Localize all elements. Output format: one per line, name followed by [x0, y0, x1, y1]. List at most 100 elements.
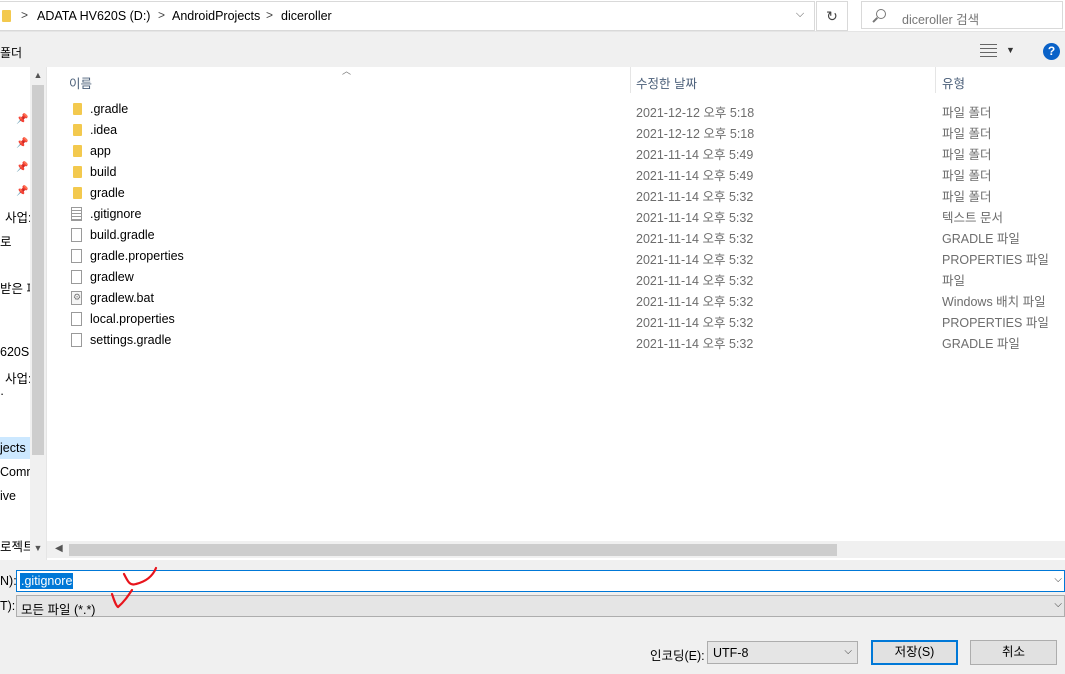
navigation-pane: 📌 📌 📌 📌 사업: 로 받은 파 620S ( 사업: · jects Co…: [0, 67, 46, 560]
nav-item[interactable]: 사업:: [5, 207, 31, 226]
address-row: > ADATA HV620S (D:) > AndroidProjects > …: [0, 0, 1065, 32]
encoding-select[interactable]: UTF-8 ⌵: [707, 641, 858, 664]
text-file-icon: [71, 207, 82, 221]
file-row[interactable]: gradle.properties 2021-11-14 오후 5:32 PROPE…: [47, 246, 1065, 267]
breadcrumb-diceroller[interactable]: diceroller: [281, 9, 332, 23]
file-name[interactable]: settings.gradle: [90, 333, 171, 347]
filetype-label: T):: [0, 599, 16, 613]
filetype-select[interactable]: 모든 파일 (*.*) ⌵: [16, 595, 1065, 617]
file-type: 파일 폴더: [942, 190, 992, 204]
file-name[interactable]: gradle: [90, 186, 125, 200]
file-name[interactable]: gradlew: [90, 270, 134, 284]
file-name[interactable]: .gradle: [90, 102, 128, 116]
file-row[interactable]: settings.gradle 2021-11-14 오후 5:32 GRADLE …: [47, 330, 1065, 351]
file-type: 파일 폴더: [942, 106, 992, 120]
column-name[interactable]: 이름: [69, 73, 92, 92]
nav-item[interactable]: ·: [0, 387, 4, 401]
file-date: 2021-11-14 오후 5:32: [636, 253, 754, 267]
file-row[interactable]: build 2021-11-14 오후 5:49 파일 폴더: [47, 162, 1065, 183]
filename-value[interactable]: .gitignore: [20, 573, 74, 589]
breadcrumb-androidprojects[interactable]: AndroidProjects: [172, 9, 260, 23]
file-date: 2021-11-14 오후 5:32: [636, 337, 754, 351]
scroll-thumb[interactable]: [69, 544, 837, 556]
breadcrumb-drive[interactable]: ADATA HV620S (D:): [37, 9, 150, 23]
horizontal-scrollbar[interactable]: ◀: [47, 541, 1065, 558]
file-row[interactable]: gradlew.bat 2021-11-14 오후 5:32 Windows 배치 …: [47, 288, 1065, 309]
file-date: 2021-11-14 오후 5:32: [636, 211, 754, 225]
file-icon: [71, 249, 82, 263]
refresh-button[interactable]: ↻: [816, 1, 848, 31]
scroll-thumb[interactable]: [32, 85, 44, 455]
nav-item-selected[interactable]: jects: [0, 441, 26, 455]
save-button[interactable]: 저장(S): [871, 640, 958, 665]
filetype-value: 모든 파일 (*.*): [21, 603, 96, 617]
file-name[interactable]: build.gradle: [90, 228, 155, 242]
file-row[interactable]: app 2021-11-14 오후 5:49 파일 폴더: [47, 141, 1065, 162]
file-row[interactable]: .idea 2021-12-12 오후 5:18 파일 폴더: [47, 120, 1065, 141]
file-type: PROPERTIES 파일: [942, 253, 1049, 267]
encoding-label: 인코딩(E):: [650, 649, 705, 663]
filename-input[interactable]: .gitignore ⌵: [16, 570, 1065, 592]
file-name[interactable]: .gitignore: [90, 207, 141, 221]
pin-icon[interactable]: 📌: [16, 115, 28, 125]
file-name[interactable]: gradlew.bat: [90, 291, 154, 305]
view-options-button[interactable]: ▼: [980, 43, 1016, 59]
toolbar: 폴더 ▼ ?: [0, 33, 1065, 67]
scroll-left-icon[interactable]: ◀: [55, 543, 63, 554]
help-icon[interactable]: ?: [1043, 43, 1060, 60]
file-name[interactable]: build: [90, 165, 116, 179]
pin-icon[interactable]: 📌: [16, 139, 28, 149]
file-type: GRADLE 파일: [942, 232, 1020, 246]
column-divider[interactable]: [630, 67, 631, 93]
file-name[interactable]: app: [90, 144, 111, 158]
column-date[interactable]: 수정한 날짜: [636, 73, 697, 92]
file-date: 2021-12-12 오후 5:18: [636, 127, 755, 141]
file-date: 2021-11-14 오후 5:49: [636, 148, 754, 162]
address-history-dropdown[interactable]: ⌵: [786, 8, 814, 28]
file-name[interactable]: gradle.properties: [90, 249, 184, 263]
batch-file-icon: [71, 291, 82, 305]
search-input[interactable]: diceroller 검색: [861, 1, 1063, 29]
pin-icon[interactable]: 📌: [16, 187, 28, 197]
file-date: 2021-11-14 오후 5:32: [636, 190, 754, 204]
pin-icon[interactable]: 📌: [16, 163, 28, 173]
details-view-icon: [980, 44, 997, 57]
file-name[interactable]: .idea: [90, 123, 117, 137]
file-date: 2021-12-12 오후 5:18: [636, 106, 755, 120]
file-list: ︿ 이름 수정한 날짜 유형 .gradle 2021-12-12 오후 5:18…: [46, 66, 1065, 560]
search-placeholder: diceroller 검색: [902, 13, 980, 27]
cancel-button[interactable]: 취소: [970, 640, 1057, 665]
file-row[interactable]: gradle 2021-11-14 오후 5:32 파일 폴더: [47, 183, 1065, 204]
nav-item[interactable]: 로: [0, 231, 12, 250]
folder-icon: [73, 124, 82, 136]
filename-label: N):: [0, 574, 17, 588]
file-date: 2021-11-14 오후 5:32: [636, 274, 754, 288]
file-type: 파일 폴더: [942, 169, 992, 183]
file-type: Windows 배치 파일: [942, 295, 1046, 309]
file-row[interactable]: .gradle 2021-12-12 오후 5:18 파일 폴더: [47, 99, 1065, 120]
column-type[interactable]: 유형: [942, 73, 965, 92]
scroll-down-icon[interactable]: ▼: [30, 543, 46, 555]
chevron-down-icon[interactable]: ⌵: [1054, 599, 1062, 610]
file-type: PROPERTIES 파일: [942, 316, 1049, 330]
file-date: 2021-11-14 오후 5:32: [636, 232, 754, 246]
file-row[interactable]: build.gradle 2021-11-14 오후 5:32 GRADLE 파일: [47, 225, 1065, 246]
file-icon: [71, 270, 82, 284]
file-row[interactable]: .gitignore 2021-11-14 오후 5:32 텍스트 문서: [47, 204, 1065, 225]
chevron-down-icon: ▼: [1006, 45, 1015, 55]
new-folder-button[interactable]: 폴더: [0, 44, 22, 61]
column-divider[interactable]: [935, 67, 936, 93]
nav-item[interactable]: ive: [0, 489, 16, 503]
nav-item[interactable]: 사업:: [5, 368, 31, 387]
file-type: 파일 폴더: [942, 148, 992, 162]
file-date: 2021-11-14 오후 5:49: [636, 169, 754, 183]
file-name[interactable]: local.properties: [90, 312, 175, 326]
chevron-down-icon[interactable]: ⌵: [1054, 574, 1062, 585]
file-row[interactable]: local.properties 2021-11-14 오후 5:32 PROPER…: [47, 309, 1065, 330]
folder-icon: [73, 103, 82, 115]
chevron-down-icon[interactable]: ⌵: [844, 646, 852, 657]
file-row[interactable]: gradlew 2021-11-14 오후 5:32 파일: [47, 267, 1065, 288]
address-bar[interactable]: > ADATA HV620S (D:) > AndroidProjects > …: [0, 1, 815, 31]
nav-scrollbar[interactable]: ▲ ▼: [30, 67, 46, 560]
scroll-up-icon[interactable]: ▲: [30, 70, 46, 82]
